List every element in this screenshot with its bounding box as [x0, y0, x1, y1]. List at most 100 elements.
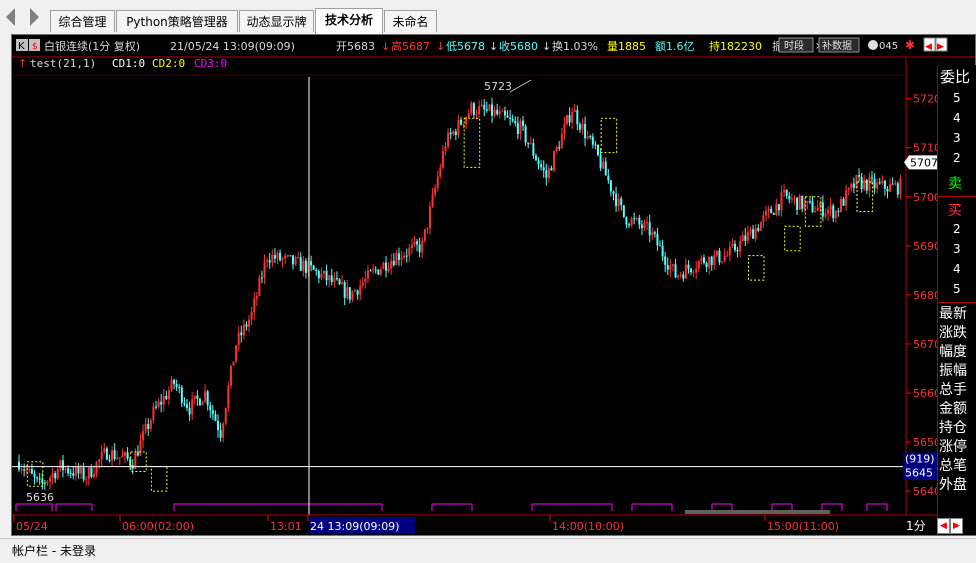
down-arrow-icon: ↓ — [436, 40, 445, 53]
candle-body — [175, 384, 178, 387]
candle-body — [147, 423, 150, 429]
candle-body — [126, 452, 129, 459]
candle-body — [149, 420, 152, 429]
candle-body — [498, 111, 501, 115]
candle-body — [690, 268, 693, 273]
candle-body — [876, 182, 879, 189]
candle-body — [180, 387, 183, 403]
candle-body — [801, 195, 804, 209]
candle-body — [793, 197, 796, 199]
horizontal-scrollbar[interactable] — [685, 510, 830, 514]
candle-body — [883, 180, 886, 189]
candle-body — [304, 260, 307, 273]
price-chart[interactable]: K $ 白银连续(1分 复权) 21/05/24 13:09(09:09) 开5… — [12, 35, 975, 535]
quote-field-label: 涨停 — [939, 439, 967, 455]
candle-body — [868, 177, 871, 191]
time-axis: 05/24 06:00(02:00) 13:01 24 13:09(09:09) 14:… — [13, 515, 839, 533]
candle-body — [700, 257, 703, 262]
gear-icon[interactable]: ✱ — [905, 38, 915, 52]
tab-untitled[interactable]: 未命名 — [384, 10, 437, 32]
candle-body — [589, 136, 592, 138]
candle-body — [105, 448, 108, 460]
candle-body — [118, 457, 121, 459]
candle-body — [281, 258, 284, 261]
open-price: 开5683 — [336, 40, 375, 53]
candle-body — [142, 431, 145, 441]
candle-body — [20, 469, 23, 471]
tab-integrated-management[interactable]: 综合管理 — [50, 10, 115, 32]
candle-body — [92, 473, 95, 477]
candle-body — [669, 265, 672, 270]
candle-body — [829, 205, 832, 210]
tab-dynamic-board[interactable]: 动态显示牌 — [239, 10, 314, 32]
bid-level: 3 — [953, 242, 961, 256]
order-book-panel: 委比 5 4 3 2 卖 买 2 3 4 5 最新 涨跌 幅度 振幅 总手 金额 持仓 涨停 总笔 外盘 — [937, 65, 976, 535]
tab-python-strategy[interactable]: Python策略管理器 — [116, 10, 238, 32]
chart-grid — [12, 56, 975, 515]
candle-body — [28, 469, 31, 471]
candle-body — [366, 270, 369, 279]
candle-body — [798, 195, 801, 210]
candle-body — [534, 155, 537, 161]
candle-body — [555, 147, 558, 152]
candle-body — [540, 164, 543, 168]
candle-body — [889, 183, 892, 192]
candle-body — [284, 255, 287, 259]
candle-body — [279, 252, 282, 261]
candle-body — [36, 477, 39, 479]
candle-body — [511, 118, 514, 121]
sell-label: 卖 — [948, 176, 962, 192]
candle-body — [38, 478, 41, 480]
candle-body — [573, 110, 576, 112]
period-label[interactable]: 1分 — [906, 517, 926, 534]
candle-body — [315, 269, 318, 272]
candle-body — [726, 255, 729, 257]
ask-level: 4 — [953, 111, 961, 125]
candle-body — [237, 332, 240, 346]
scroll-right-button[interactable]: ▶ — [950, 518, 963, 534]
candle-body — [759, 222, 762, 231]
signal-box — [747, 255, 765, 281]
crosshair-volume: (919) — [905, 453, 935, 466]
candle-body — [348, 287, 351, 300]
ask-level: 5 — [953, 91, 961, 105]
candle-body — [480, 104, 483, 107]
last-price-label: 5707 — [910, 156, 938, 169]
candle-body — [721, 261, 724, 263]
indicator-step — [771, 503, 793, 511]
candle-body — [622, 205, 625, 217]
candle-body — [139, 440, 142, 456]
candle-body — [423, 229, 426, 241]
candle-body — [501, 110, 504, 112]
candle-body — [596, 144, 599, 155]
candle-body — [602, 161, 605, 169]
candle-body — [648, 222, 651, 236]
ask-level: 3 — [953, 131, 961, 145]
indicator-step — [821, 503, 843, 511]
clock-icon[interactable] — [868, 40, 878, 50]
candle-body — [816, 207, 819, 212]
low-annotation: 5636 — [26, 491, 54, 504]
tab-scroll-right-icon[interactable] — [30, 8, 39, 26]
scroll-left-button[interactable]: ◀ — [937, 518, 950, 534]
candle-body — [653, 232, 656, 234]
candle-body — [586, 136, 589, 139]
quote-field-label: 总手 — [939, 382, 967, 398]
indicator-cd3: CD3:0 — [194, 57, 227, 70]
candle-body — [777, 204, 780, 211]
candle-body — [95, 462, 98, 474]
candle-body — [547, 167, 550, 178]
candle-body — [289, 255, 292, 257]
amount: 额1.6亿 — [655, 40, 695, 53]
candle-body — [485, 109, 488, 111]
signal-box — [600, 117, 618, 154]
quote-field-label: 持仓 — [939, 420, 967, 436]
tab-technical-analysis[interactable]: 技术分析 — [315, 8, 383, 34]
candle-body — [250, 311, 253, 320]
candle-body — [886, 188, 889, 192]
candle-body — [80, 467, 83, 474]
high-annotation-leader — [509, 79, 532, 93]
candle-body — [382, 262, 385, 269]
tab-scroll-left-icon[interactable] — [6, 8, 15, 26]
candle-body — [167, 390, 170, 399]
